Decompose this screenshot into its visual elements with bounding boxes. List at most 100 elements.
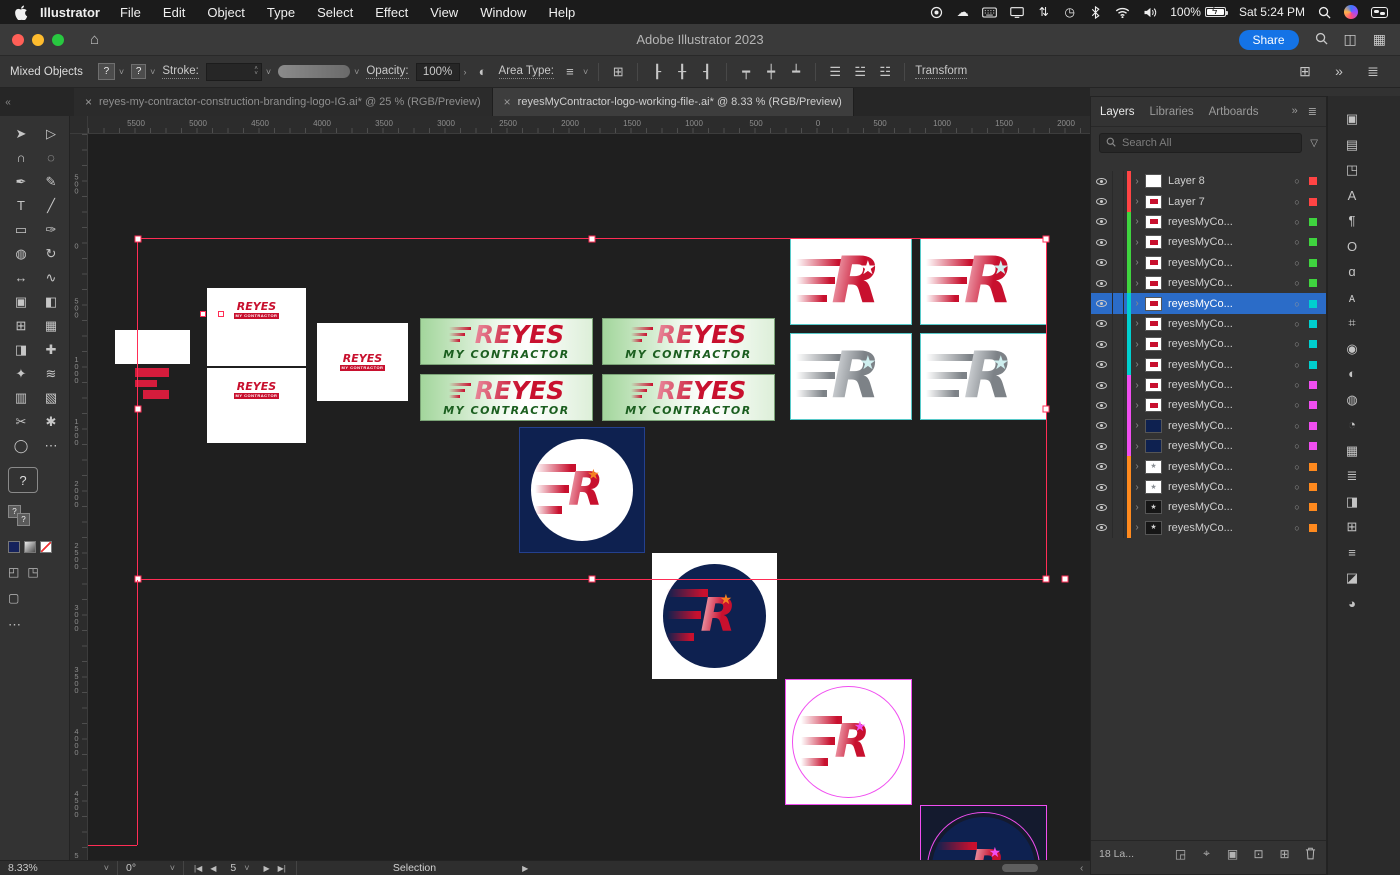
lock-column[interactable] [1113, 313, 1124, 335]
type-tool[interactable]: T [8, 194, 34, 217]
expand-chevron-icon[interactable]: › [1131, 257, 1143, 268]
lock-column[interactable] [1113, 436, 1124, 457]
artboard-number-select[interactable]: 5 ˅ [224, 862, 255, 874]
selection-handle[interactable] [1042, 575, 1050, 583]
filter-funnel-icon[interactable]: ▽ [1310, 138, 1318, 149]
layer-row[interactable]: › ★ reyesMyCo... ○ [1091, 497, 1326, 518]
properties-dock-icon[interactable]: ◳ [1342, 163, 1362, 176]
layer-row[interactable]: › reyesMyCo... ○ [1091, 395, 1326, 416]
horizontal-ruler[interactable]: 5500 5000 4500 4000 3500 3000 2500 2000 1500 1000… [88, 116, 1090, 134]
circle-logo-tile[interactable]: R★ [920, 805, 1047, 860]
layer-row[interactable]: › reyesMyCo... ○ [1091, 232, 1326, 253]
layer-row[interactable]: › Layer 8 ○ [1091, 171, 1326, 192]
layer-target-icon[interactable]: ○ [1289, 502, 1305, 512]
align-center-icon[interactable]: ╂ [673, 64, 691, 80]
previous-artboard-button[interactable]: ◀ [210, 864, 216, 873]
expand-chevron-icon[interactable]: › [1131, 176, 1143, 187]
align-top-icon[interactable]: ┯ [737, 64, 755, 80]
selection-handle[interactable] [588, 575, 596, 583]
status-expand-icon[interactable]: ▶ [522, 864, 528, 873]
opacity-caret-icon[interactable]: › [464, 67, 467, 77]
pathfinder-dock-icon[interactable]: ≡ [1342, 546, 1362, 559]
libraries-dock-icon[interactable]: ▤ [1342, 138, 1362, 151]
stroke-weight-input[interactable]: ˄ ˅ [205, 62, 262, 81]
volume-icon[interactable] [1143, 7, 1157, 18]
layer-target-icon[interactable]: ○ [1289, 278, 1305, 288]
expand-chevron-icon[interactable]: › [1131, 461, 1143, 472]
zoom-tool[interactable]: ◯ [8, 434, 34, 457]
pen-tool[interactable]: ✒ [8, 170, 34, 193]
circle-logo-tile[interactable]: R★ [785, 679, 912, 805]
workspace-switcher-icon[interactable]: ▦ [1373, 31, 1386, 48]
business-card[interactable]: REYES MY CONTRACTOR [207, 368, 306, 443]
banner-logo[interactable]: REYES MY CONTRACTOR [602, 374, 775, 421]
layer-target-icon[interactable]: ○ [1289, 462, 1305, 472]
minimize-window-button[interactable] [32, 33, 44, 46]
color-dock-icon[interactable]: ◍ [1342, 393, 1362, 406]
column-graph-tool[interactable]: ▥ [8, 386, 34, 409]
visibility-eye-icon[interactable] [1091, 313, 1113, 335]
visibility-eye-icon[interactable] [1091, 517, 1113, 539]
selection-handle[interactable] [588, 235, 596, 243]
control-center-icon[interactable] [1371, 6, 1388, 18]
circle-logo-tile[interactable]: R★ [519, 427, 645, 553]
distribute-spacing-icon[interactable]: ☳ [876, 64, 894, 80]
area-type-options-icon[interactable]: ≡ [561, 64, 579, 79]
expand-chevron-icon[interactable]: › [1131, 522, 1143, 533]
layer-target-icon[interactable]: ○ [1289, 258, 1305, 268]
paragraph-dock-icon[interactable]: ¶ [1342, 214, 1362, 227]
transform-dock-icon[interactable]: ⌗ [1342, 316, 1362, 329]
panel-tab-artboards[interactable]: Artboards [1209, 106, 1259, 118]
home-icon[interactable]: ⌂ [90, 31, 99, 48]
stroke-proxy-swatch[interactable]: ? [17, 513, 30, 526]
visibility-eye-icon[interactable] [1091, 374, 1113, 396]
spotlight-icon[interactable] [1318, 6, 1331, 19]
locate-object-icon[interactable]: ⌖ [1199, 846, 1214, 861]
layer-row[interactable]: › reyesMyCo... ○ [1091, 293, 1326, 314]
expand-chevron-icon[interactable]: › [1131, 216, 1143, 227]
lock-column[interactable] [1113, 456, 1124, 477]
fill-color-swatch[interactable]: ? [97, 63, 115, 80]
collect-for-export-icon[interactable]: ◲ [1173, 846, 1188, 861]
layer-row[interactable]: › ★ reyesMyCo... ○ [1091, 517, 1326, 539]
menu-app-name[interactable]: Illustrator [40, 5, 100, 20]
transparency-dock-icon[interactable]: ◪ [1342, 571, 1362, 584]
opentype-dock-icon[interactable]: O [1342, 240, 1362, 253]
perspective-grid-tool[interactable]: ⊞ [8, 314, 34, 337]
rectangle-tool[interactable]: ▭ [8, 218, 34, 241]
layer-row[interactable]: › ★ reyesMyCo... ○ [1091, 456, 1326, 477]
close-window-button[interactable] [12, 33, 24, 46]
layer-row[interactable]: › ★ reyesMyCo... ○ [1091, 476, 1326, 498]
visibility-eye-icon[interactable] [1091, 497, 1113, 518]
menu-object[interactable]: Object [207, 5, 245, 20]
lock-column[interactable] [1113, 171, 1124, 192]
fill-stroke-indicator[interactable]: ? ? [8, 505, 38, 529]
lock-column[interactable] [1113, 395, 1124, 416]
align-bottom-icon[interactable]: ┷ [787, 64, 805, 80]
transform-label[interactable]: Transform [915, 65, 968, 79]
shape-builder-tool[interactable]: ◧ [38, 290, 64, 313]
visibility-eye-icon[interactable] [1091, 232, 1113, 253]
free-transform-point[interactable] [1061, 575, 1069, 583]
layer-target-icon[interactable]: ○ [1289, 197, 1305, 207]
screen-mode-icon[interactable]: ▢ [8, 591, 19, 605]
swatches-dock-icon[interactable]: ▦ [1342, 444, 1362, 457]
align-left-icon[interactable]: ┠ [648, 64, 666, 80]
apple-logo-icon[interactable] [12, 4, 30, 20]
align-right-icon[interactable]: ┨ [698, 64, 716, 80]
layer-row[interactable]: › reyesMyCo... ○ [1091, 211, 1326, 233]
paintbrush-tool[interactable]: ✑ [38, 218, 64, 241]
screen-record-icon[interactable] [930, 6, 943, 19]
r-logo-tile[interactable]: R ★ [790, 238, 912, 325]
free-transform-tool[interactable]: ▣ [8, 290, 34, 313]
expand-chevron-icon[interactable]: › [1131, 359, 1143, 370]
selection-handle[interactable] [134, 235, 142, 243]
lasso-tool[interactable]: ◌ [38, 146, 64, 169]
wifi-icon[interactable] [1115, 7, 1130, 18]
visibility-eye-icon[interactable] [1091, 354, 1113, 375]
lock-column[interactable] [1113, 517, 1124, 539]
visibility-eye-icon[interactable] [1091, 395, 1113, 416]
layer-target-icon[interactable]: ○ [1289, 523, 1305, 533]
arrange-documents-icon[interactable]: ◫ [1344, 31, 1357, 48]
menu-help[interactable]: Help [548, 5, 575, 20]
